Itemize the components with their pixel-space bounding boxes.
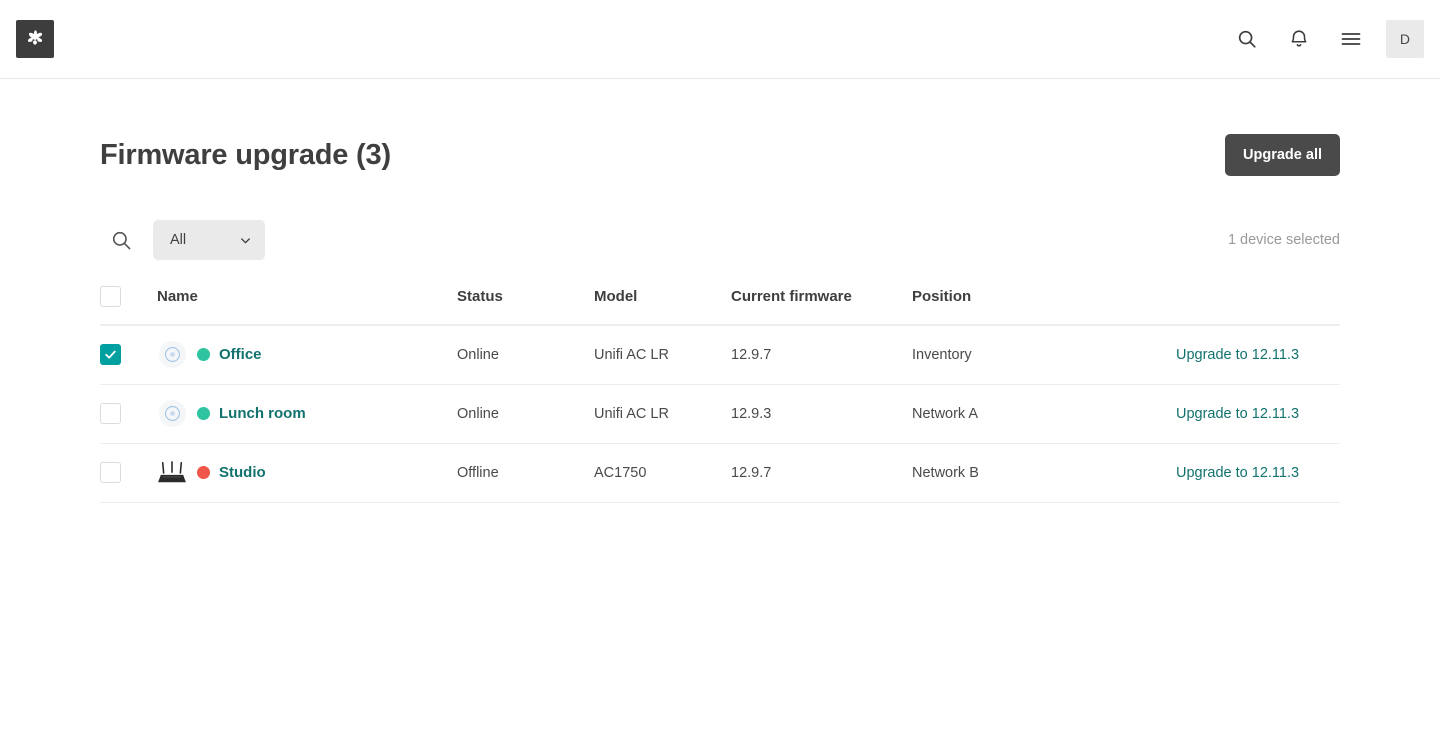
column-header-position[interactable]: Position bbox=[912, 286, 1176, 326]
upgrade-device-link[interactable]: Upgrade to 12.11.3 bbox=[1176, 347, 1299, 363]
row-firmware-cell: 12.9.3 bbox=[731, 384, 912, 444]
page-title: Firmware upgrade (3) bbox=[100, 138, 391, 171]
row-model-cell: Unifi AC LR bbox=[594, 325, 731, 385]
column-header-status[interactable]: Status bbox=[457, 286, 594, 326]
select-all-checkbox[interactable] bbox=[100, 286, 121, 307]
table-toolbar: All 1 device selected bbox=[100, 220, 1340, 260]
row-position-cell: Network B bbox=[912, 443, 1176, 503]
column-header-model[interactable]: Model bbox=[594, 286, 731, 326]
row-action-cell: Upgrade to 12.11.3 bbox=[1176, 443, 1340, 503]
upgrade-device-link[interactable]: Upgrade to 12.11.3 bbox=[1176, 465, 1299, 481]
app-logo-icon[interactable] bbox=[16, 20, 54, 58]
hamburger-menu-icon[interactable] bbox=[1334, 22, 1368, 56]
device-name-link[interactable]: Office bbox=[219, 346, 262, 363]
status-dot-online bbox=[197, 348, 210, 362]
row-status-cell: Online bbox=[457, 384, 594, 444]
row-model-cell: Unifi AC LR bbox=[594, 384, 731, 444]
row-name-cell: Office bbox=[157, 325, 457, 385]
search-icon[interactable] bbox=[1230, 22, 1264, 56]
row-firmware-cell: 12.9.7 bbox=[731, 325, 912, 385]
row-select-cell bbox=[100, 443, 157, 503]
row-model-cell: AC1750 bbox=[594, 443, 731, 503]
avatar-initial: D bbox=[1399, 31, 1411, 47]
upgrade-device-link[interactable]: Upgrade to 12.11.3 bbox=[1176, 406, 1299, 422]
status-dot-offline bbox=[197, 466, 210, 479]
devices-table-body: Office Online Unifi AC LR 12.9.7 Invento… bbox=[100, 325, 1340, 503]
device-filter-select[interactable]: All bbox=[153, 220, 265, 260]
row-checkbox[interactable] bbox=[100, 403, 121, 424]
upgrade-all-button[interactable]: Upgrade all bbox=[1225, 134, 1340, 176]
page-header: Firmware upgrade (3) Upgrade all bbox=[100, 79, 1340, 176]
device-name-link[interactable]: Studio bbox=[219, 464, 266, 481]
row-status-cell: Offline bbox=[457, 443, 594, 503]
row-select-cell bbox=[100, 384, 157, 444]
row-checkbox[interactable] bbox=[100, 344, 121, 366]
filter-select-value: All bbox=[170, 232, 187, 248]
table-row[interactable]: Office Online Unifi AC LR 12.9.7 Invento… bbox=[100, 325, 1340, 385]
selection-status: 1 device selected bbox=[1227, 232, 1340, 248]
column-header-action bbox=[1176, 286, 1340, 326]
chevron-down-icon bbox=[238, 233, 253, 248]
row-action-cell: Upgrade to 12.11.3 bbox=[1176, 325, 1340, 385]
top-navigation-bar: D bbox=[0, 0, 1440, 79]
app-root: D Firmware upgrade (3) Upgrade all All 1… bbox=[0, 0, 1440, 730]
devices-table-head: Name Status Model Current firmware Posit… bbox=[100, 286, 1340, 326]
page-container: Firmware upgrade (3) Upgrade all All 1 d… bbox=[0, 79, 1440, 503]
access-point-icon bbox=[157, 399, 187, 429]
status-dot-online bbox=[197, 407, 210, 420]
avatar[interactable]: D bbox=[1386, 20, 1424, 58]
devices-table: Name Status Model Current firmware Posit… bbox=[100, 286, 1340, 503]
row-position-cell: Network A bbox=[912, 384, 1176, 444]
row-name-cell: Studio bbox=[157, 443, 457, 503]
select-all-header bbox=[100, 286, 157, 326]
router-icon bbox=[157, 458, 187, 488]
table-header-row: Name Status Model Current firmware Posit… bbox=[100, 286, 1340, 326]
row-firmware-cell: 12.9.7 bbox=[731, 443, 912, 503]
filter-select-wrapper: All bbox=[153, 220, 265, 260]
row-select-cell bbox=[100, 325, 157, 385]
table-row[interactable]: Lunch room Online Unifi AC LR 12.9.3 Net… bbox=[100, 384, 1340, 444]
table-row[interactable]: Studio Offline AC1750 12.9.7 Network B U… bbox=[100, 443, 1340, 503]
device-name-link[interactable]: Lunch room bbox=[219, 405, 306, 422]
row-position-cell: Inventory bbox=[912, 325, 1176, 385]
row-name-cell: Lunch room bbox=[157, 384, 457, 444]
access-point-icon bbox=[157, 340, 187, 370]
row-checkbox[interactable] bbox=[100, 462, 121, 483]
page-inner: Firmware upgrade (3) Upgrade all All 1 d… bbox=[100, 79, 1340, 503]
row-action-cell: Upgrade to 12.11.3 bbox=[1176, 384, 1340, 444]
search-icon[interactable] bbox=[98, 229, 144, 252]
column-header-name[interactable]: Name bbox=[157, 286, 457, 326]
row-status-cell: Online bbox=[457, 325, 594, 385]
column-header-firmware[interactable]: Current firmware bbox=[731, 286, 912, 326]
notifications-bell-icon[interactable] bbox=[1282, 22, 1316, 56]
topbar-actions: D bbox=[1230, 20, 1424, 58]
